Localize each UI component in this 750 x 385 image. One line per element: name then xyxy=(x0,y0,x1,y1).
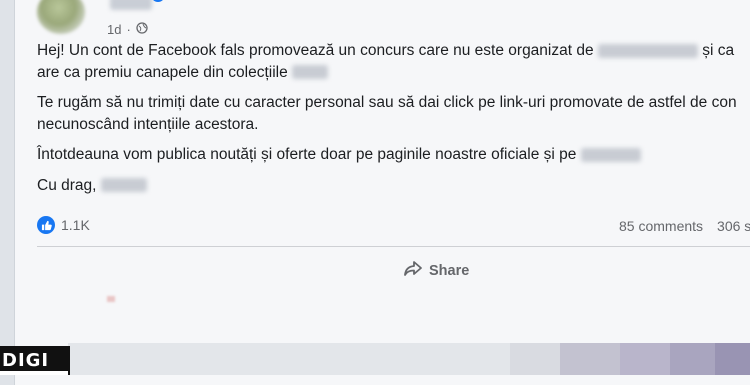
paragraph-3-text: Întotdeauna vom publica noutăți și ofert… xyxy=(37,146,577,163)
decorative-mark xyxy=(107,296,115,302)
pixel-block xyxy=(510,343,560,375)
post-time[interactable]: 1d xyxy=(107,22,121,37)
share-button[interactable]: Share xyxy=(403,260,469,282)
paragraph-2: Te rugăm să nu trimiți date cu caracter … xyxy=(37,92,750,135)
globe-icon xyxy=(136,22,148,37)
actions-divider xyxy=(37,246,750,247)
share-arrow-icon xyxy=(403,260,423,282)
post-body: Hej! Un cont de Facebook fals promovează… xyxy=(37,40,750,205)
post-card: ✓ 1d · Hej! Un cont de Facebook fals pro… xyxy=(14,0,750,385)
reaction-count[interactable]: 1.1K xyxy=(61,217,90,233)
redacted-signature xyxy=(100,178,147,193)
paragraph-1-line-1b: și ca xyxy=(702,42,735,59)
signoff: Cu drag, xyxy=(37,175,750,197)
like-icon xyxy=(37,216,55,234)
paragraph-1-line-1a: Hej! Un cont de Facebook fals promovează… xyxy=(37,42,594,59)
shares-count[interactable]: 306 sh xyxy=(717,218,750,234)
page-name-blurred[interactable] xyxy=(110,0,152,10)
meta-separator: · xyxy=(126,22,131,37)
reaction-summary[interactable]: 1.1K xyxy=(37,216,90,234)
logo-underline xyxy=(0,371,68,375)
redacted-site xyxy=(580,147,641,162)
engagement-stats: 85 comments 306 sh xyxy=(619,218,750,234)
post-meta: 1d · xyxy=(107,22,148,37)
paragraph-2-line-2: necunoscând intențiile acestora. xyxy=(37,115,259,133)
verified-icon: ✓ xyxy=(151,0,165,2)
paragraph-2-line-1: Te rugăm să nu trimiți date cu caracter … xyxy=(37,94,737,111)
pixel-block xyxy=(670,343,715,375)
paragraph-1-line-2: are ca premiu canapele din colecțiile xyxy=(37,63,288,81)
comments-count[interactable]: 85 comments xyxy=(619,218,703,234)
paragraph-1: Hej! Un cont de Facebook fals promovează… xyxy=(37,40,750,83)
redacted-organizer xyxy=(597,43,698,58)
pixel-block xyxy=(560,343,620,375)
pixel-block xyxy=(620,343,670,375)
page-avatar[interactable] xyxy=(37,0,85,34)
share-label: Share xyxy=(429,263,470,279)
signoff-text: Cu drag, xyxy=(37,176,97,194)
redacted-collection xyxy=(292,65,329,80)
paragraph-3: Întotdeauna vom publica noutăți și ofert… xyxy=(37,144,750,166)
pixel-block xyxy=(715,343,750,375)
